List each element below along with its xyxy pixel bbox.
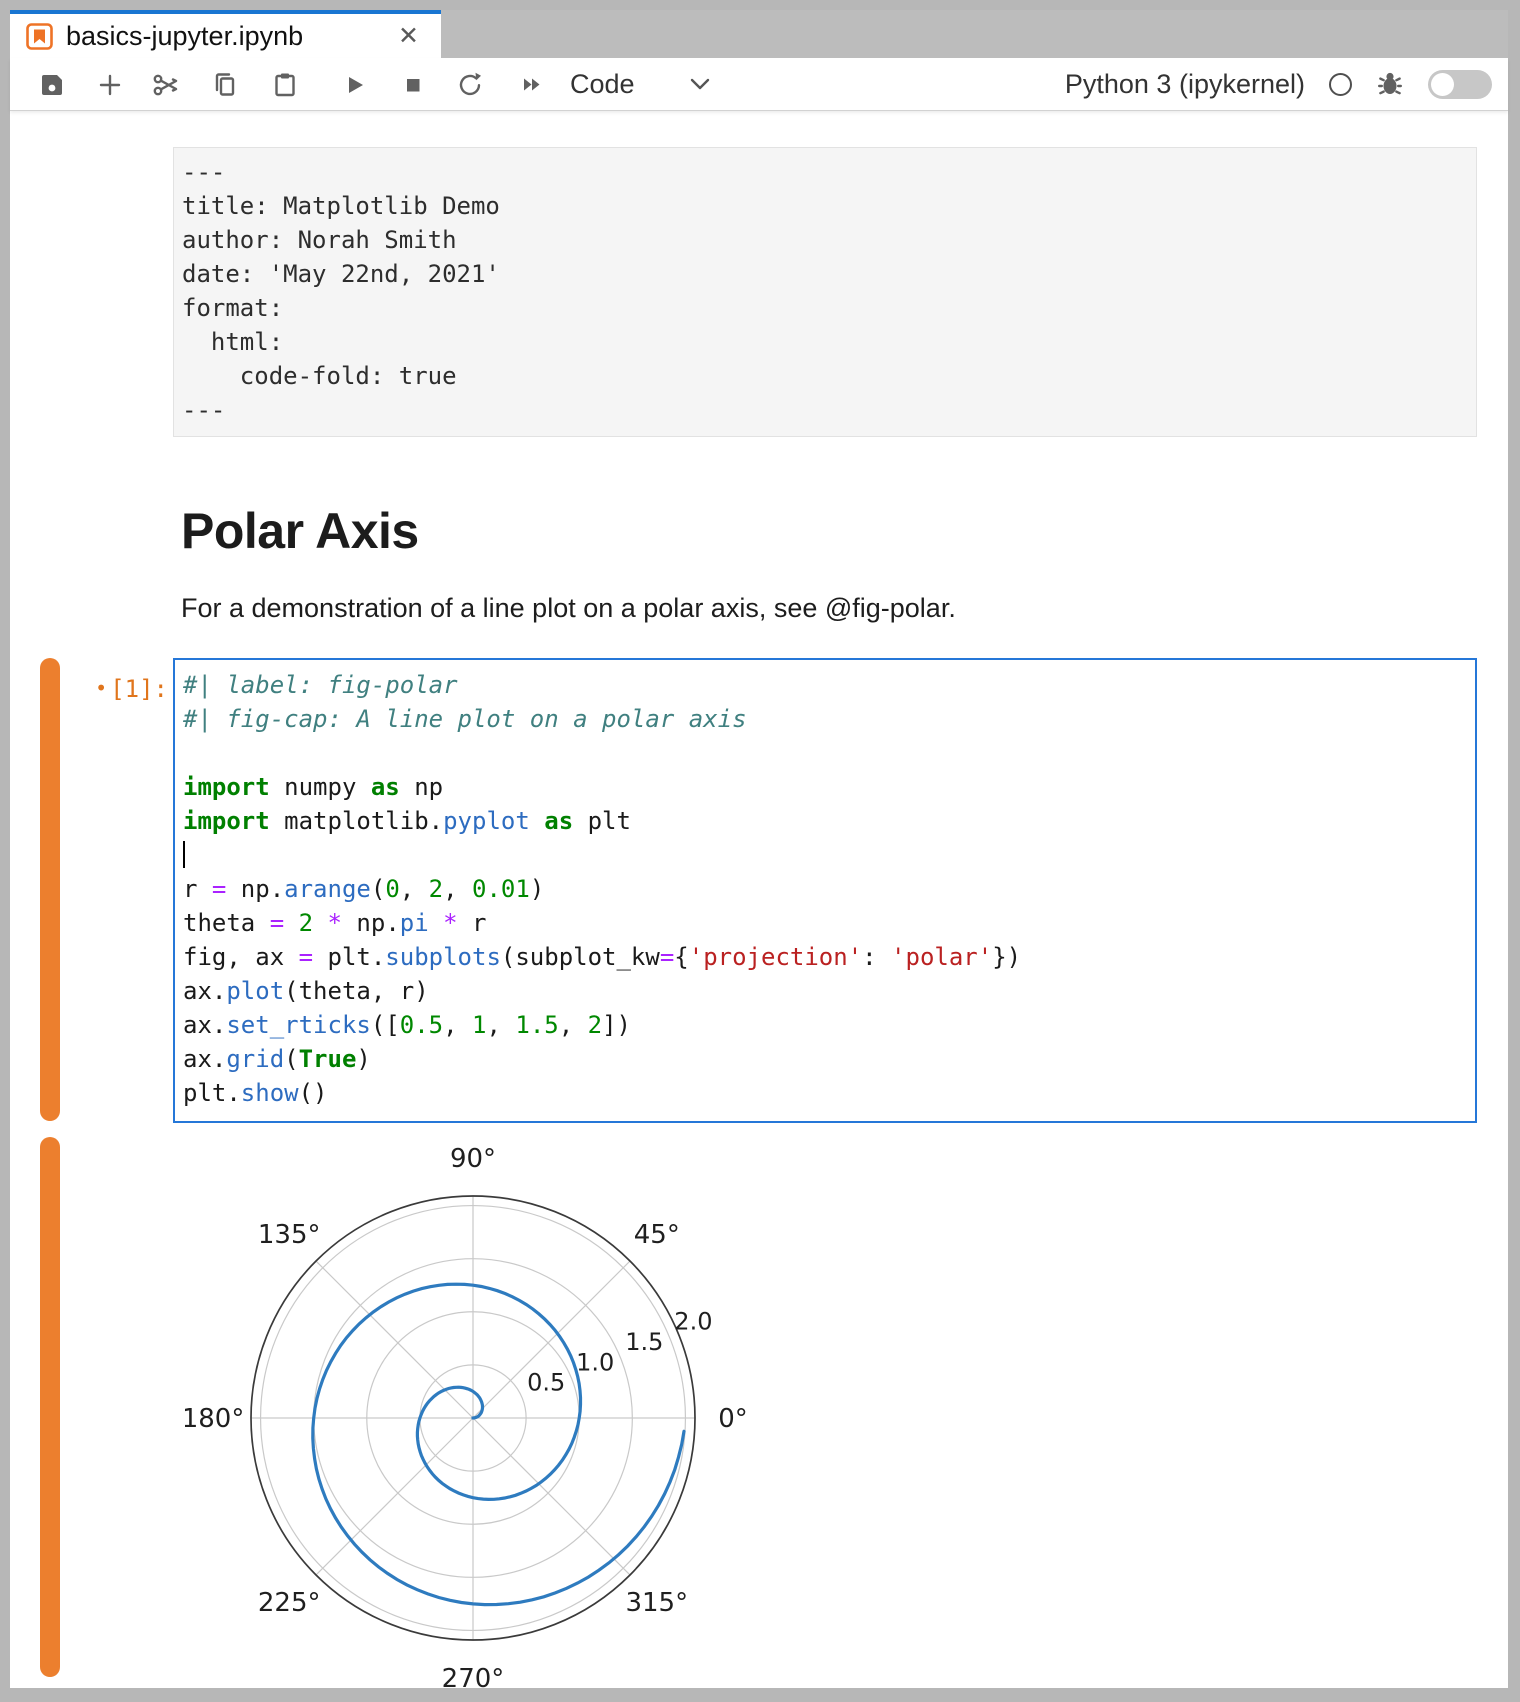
- toggle-knob: [1431, 73, 1454, 96]
- svg-text:0.5: 0.5: [527, 1369, 565, 1397]
- interrupt-kernel-button[interactable]: [397, 69, 429, 101]
- cell-type-dropdown[interactable]: Code: [570, 58, 711, 110]
- cell-type-value: Code: [570, 69, 635, 100]
- svg-text:2.0: 2.0: [674, 1308, 712, 1336]
- debugger-bug-icon[interactable]: [1376, 69, 1404, 99]
- svg-text:1.5: 1.5: [625, 1328, 663, 1356]
- svg-text:270°: 270°: [442, 1664, 505, 1694]
- jupyterlab-window: basics-jupyter.ipynb ✕: [10, 10, 1508, 1688]
- output-collapser-bar[interactable]: [40, 1137, 60, 1677]
- execution-prompt: •[1]:: [38, 671, 168, 706]
- restart-run-all-button[interactable]: [516, 69, 548, 101]
- svg-text:135°: 135°: [258, 1220, 321, 1250]
- tab-close-icon[interactable]: ✕: [392, 22, 425, 51]
- unsaved-dot: •: [95, 676, 107, 700]
- markdown-paragraph: For a demonstration of a line plot on a …: [181, 593, 956, 624]
- markdown-heading: Polar Axis: [181, 502, 419, 560]
- run-cell-button[interactable]: [338, 69, 370, 101]
- svg-text:225°: 225°: [258, 1588, 321, 1618]
- scissors-icon: [151, 70, 181, 100]
- fast-forward-icon: [517, 70, 547, 100]
- stop-icon: [399, 71, 427, 99]
- notebook-toolbar: Code Python 3 (ipykernel): [10, 58, 1508, 111]
- toolbar-right-group: Python 3 (ipykernel): [1065, 58, 1492, 110]
- cut-cells-button[interactable]: [150, 69, 182, 101]
- floppy-disk-icon: [38, 71, 66, 99]
- kernel-status-icon[interactable]: [1329, 73, 1352, 96]
- svg-text:1.0: 1.0: [576, 1348, 614, 1376]
- tab-title: basics-jupyter.ipynb: [66, 21, 379, 52]
- paste-cells-button[interactable]: [269, 69, 301, 101]
- plus-icon: [96, 71, 124, 99]
- restart-kernel-button[interactable]: [454, 69, 486, 101]
- polar-plot-output: 0° 45° 90° 135° 180° 225° 270° 315° 0.5 1.0 1.5 2.0: [185, 1140, 775, 1698]
- input-collapser-bar[interactable]: [40, 658, 60, 1121]
- notebook-icon: [26, 23, 53, 50]
- clipboard-icon: [270, 70, 300, 100]
- tab-bar: basics-jupyter.ipynb ✕: [10, 10, 1508, 58]
- side-panel-toggle[interactable]: [1428, 70, 1492, 99]
- svg-text:315°: 315°: [625, 1588, 688, 1618]
- code-cell-editor[interactable]: #| label: fig-polar#| fig-cap: A line pl…: [173, 658, 1477, 1123]
- insert-cell-button[interactable]: [94, 69, 126, 101]
- raw-yaml-cell[interactable]: --- title: Matplotlib Demo author: Norah…: [173, 147, 1477, 437]
- prompt-label: [1]:: [110, 675, 168, 703]
- copy-icon: [210, 70, 240, 100]
- play-icon: [340, 71, 368, 99]
- svg-text:0°: 0°: [718, 1404, 748, 1434]
- restart-icon: [455, 70, 485, 100]
- screenshot-root: basics-jupyter.ipynb ✕: [0, 0, 1520, 1702]
- svg-text:180°: 180°: [185, 1404, 244, 1434]
- svg-text:45°: 45°: [634, 1220, 680, 1250]
- kernel-name[interactable]: Python 3 (ipykernel): [1065, 69, 1305, 100]
- notebook-tab[interactable]: basics-jupyter.ipynb ✕: [10, 10, 441, 58]
- save-button[interactable]: [36, 69, 68, 101]
- copy-cells-button[interactable]: [209, 69, 241, 101]
- chevron-down-icon: [689, 77, 711, 91]
- svg-text:90°: 90°: [450, 1144, 496, 1174]
